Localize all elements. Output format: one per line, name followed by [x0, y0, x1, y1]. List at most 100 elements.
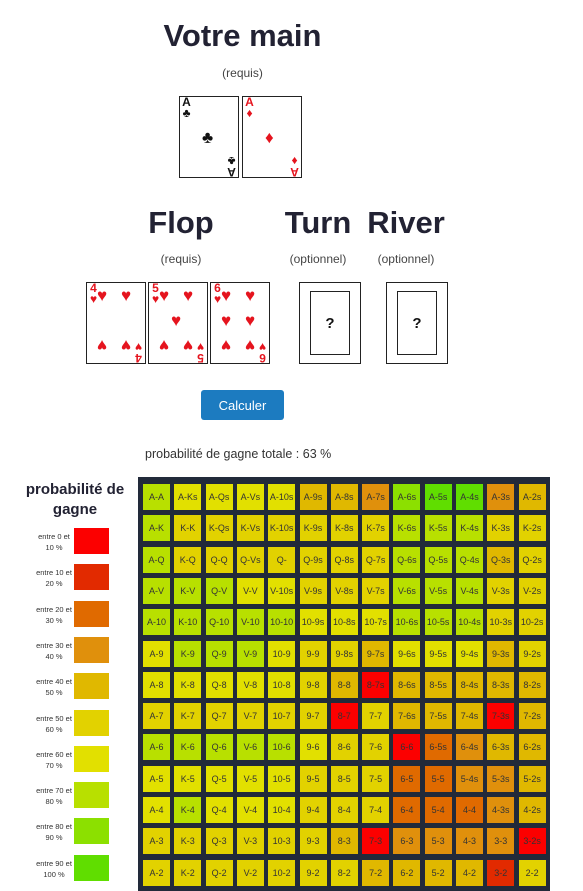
matrix-cell: 8-8 — [330, 671, 358, 698]
matrix-cell: K-Qs — [205, 515, 233, 542]
matrix-cell: 10-5s — [424, 609, 452, 636]
matrix-cell: Q-8 — [205, 671, 233, 698]
five-of-hearts-card[interactable]: 5 ♥ 5 ♥ ♥ ♥ ♥ ♥ ♥ — [148, 282, 208, 365]
matrix-cell: 6-4 — [393, 797, 421, 823]
matrix-cell: A-3 — [143, 828, 170, 855]
matrix-cell: 9-2s — [518, 640, 546, 667]
matrix-cell: V-10 — [236, 609, 264, 636]
legend-color-swatch — [74, 782, 109, 809]
legend-item-label: entre 0 et 10 % — [38, 532, 70, 552]
matrix-cell: A-6s — [393, 484, 421, 510]
matrix-cell: 10-9 — [268, 640, 296, 667]
matrix-cell: V-10s — [268, 577, 296, 604]
matrix-cell: Q-8s — [330, 546, 358, 573]
matrix-cell: K-K — [174, 515, 202, 542]
matrix-cell: 9-3 — [299, 828, 327, 855]
matrix-cell: A-7 — [143, 703, 170, 730]
card-pip-icon: ♥ — [245, 336, 256, 355]
matrix-cell: 7-6s — [393, 703, 421, 730]
card-pip-icon: ♥ — [245, 311, 256, 330]
matrix-cell: Q-5s — [424, 546, 452, 573]
matrix-cell: V-V — [236, 577, 264, 604]
matrix-cell: K-2s — [518, 515, 546, 542]
ace-of-diamonds-card[interactable]: A ♦ A ♦ ♦ — [242, 96, 302, 179]
matrix-cell: 8-4s — [456, 671, 483, 698]
matrix-cell: 5-4s — [456, 765, 483, 792]
matrix-cell: 9-7s — [362, 640, 390, 667]
matrix-cell: A-8s — [330, 484, 358, 510]
card-pip-icon: ♥ — [221, 336, 232, 355]
matrix-cell: 10-10 — [268, 609, 296, 636]
matrix-cell: 10-2s — [518, 609, 546, 636]
legend-item-label: entre 70 et 80 % — [36, 786, 72, 807]
matrix-cell: 7-5 — [362, 765, 390, 792]
matrix-cell: 4-2 — [456, 859, 483, 886]
card-pip-icon: ♥ — [97, 336, 108, 355]
calculate-button[interactable]: Calculer — [201, 390, 284, 420]
matrix-cell: 9-5s — [424, 640, 452, 667]
six-of-hearts-card[interactable]: 6 ♥ 6 ♥ ♥ ♥ ♥ ♥ ♥ ♥ — [210, 282, 270, 365]
matrix-cell: A-10 — [143, 609, 170, 636]
matrix-cell: 5-2s — [518, 765, 546, 792]
matrix-cell: 8-2s — [518, 671, 546, 698]
matrix-cell: K-7 — [174, 703, 202, 730]
card-pip-icon: ♥ — [245, 286, 256, 305]
matrix-cell: 9-8 — [299, 671, 327, 698]
matrix-cell: V-3s — [487, 577, 515, 604]
matrix-cell: 10-5 — [268, 765, 296, 792]
card-pip-icon: ♥ — [97, 286, 108, 305]
matrix-cell: V-9 — [236, 640, 264, 667]
matrix-cell: K-10s — [268, 515, 296, 542]
matrix-cell: A-9 — [143, 640, 170, 667]
matrix-cell: V-4s — [456, 577, 483, 604]
matrix-cell: 10-7 — [268, 703, 296, 730]
legend-color-swatch — [74, 745, 109, 772]
matrix-cell: V-8 — [236, 671, 264, 698]
matrix-cell: A-K — [143, 515, 170, 542]
card-pip-icon: ♥ — [121, 336, 132, 355]
matrix-cell: 6-3s — [487, 734, 515, 761]
matrix-cell: 7-4s — [456, 703, 483, 730]
legend-color-swatch — [74, 854, 109, 881]
card-corner-bottom: 6 ♥ — [257, 340, 268, 365]
matrix-cell: Q-Q — [205, 546, 233, 573]
matrix-cell: A-2s — [518, 484, 546, 510]
matrix-cell: 10-7s — [362, 609, 390, 636]
matrix-cell: K-3s — [487, 515, 515, 542]
hand-title: Votre main — [163, 18, 322, 53]
ace-of-clubs-card[interactable]: A ♣ A ♣ ♣ — [179, 96, 239, 179]
matrix-cell: 10-4 — [268, 797, 296, 823]
matrix-cell: K-6 — [174, 734, 202, 761]
turn-card-slot[interactable]: ? — [299, 282, 361, 364]
river-card-slot[interactable]: ? — [386, 282, 448, 364]
matrix-cell: 3-2s — [518, 828, 546, 855]
matrix-cell: V-3 — [236, 828, 264, 855]
matrix-cell: 10-4s — [456, 609, 483, 636]
matrix-cell: 4-4 — [456, 797, 483, 823]
matrix-cell: A-8 — [143, 671, 170, 698]
card-pip-icon: ♥ — [221, 286, 232, 305]
matrix-cell: 9-6 — [299, 734, 327, 761]
matrix-cell: K-7s — [362, 515, 390, 542]
matrix-cell: A-10s — [268, 484, 296, 510]
matrix-cell: Q-Vs — [236, 546, 264, 573]
card-corner-bottom: A ♣ — [226, 154, 237, 179]
matrix-cell: 10-6s — [393, 609, 421, 636]
turn-optional-note: (optionnel) — [289, 252, 347, 266]
matrix-cell: 4-2s — [518, 797, 546, 823]
four-of-hearts-card[interactable]: 4 ♥ 4 ♥ ♥ ♥ ♥ ♥ — [86, 282, 146, 365]
card-suit-icon: ♥ — [258, 340, 267, 354]
matrix-cell: 7-3 — [362, 828, 390, 855]
matrix-cell: 9-6s — [393, 640, 421, 667]
legend-item-label: entre 60 et 70 % — [36, 749, 72, 770]
legend-title: probabilité de gagne — [25, 481, 125, 518]
matrix-cell: 5-3 — [424, 828, 452, 855]
matrix-cell: 7-2 — [362, 859, 390, 886]
matrix-cell: A-2 — [143, 859, 170, 886]
matrix-cell: 8-7s — [362, 671, 390, 698]
matrix-cell: 8-3s — [487, 671, 515, 698]
matrix-cell: Q-3s — [487, 546, 515, 573]
matrix-cell: 2-2 — [518, 859, 546, 886]
legend-color-swatch — [74, 600, 109, 627]
card-suit-icon: ♥ — [196, 340, 205, 354]
